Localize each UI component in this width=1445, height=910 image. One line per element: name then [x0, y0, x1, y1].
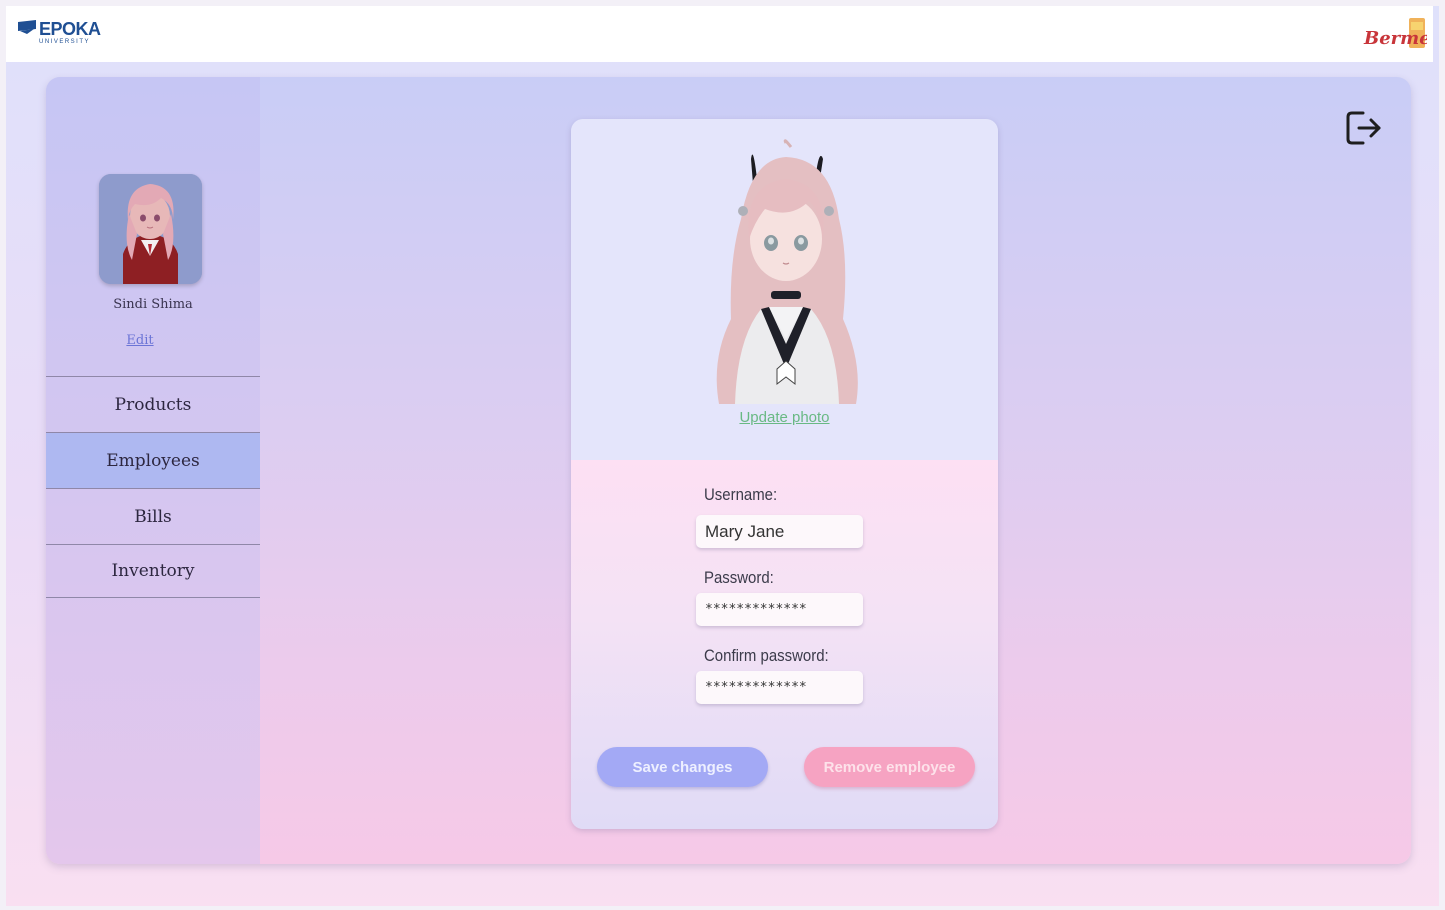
employee-photo — [716, 139, 858, 404]
sidebar-item-products[interactable]: Products — [46, 376, 260, 432]
confirm-password-label: Confirm password: — [704, 646, 829, 665]
svg-text:Bermet: Bermet — [1363, 28, 1427, 49]
sidebar: Sindi Shima Edit Products Employees Bill… — [46, 77, 260, 864]
user-avatar-image — [99, 174, 202, 284]
epoka-logo-text: EPOKA — [39, 19, 101, 39]
employee-card: Update photo Username: Password: Confirm… — [571, 119, 998, 829]
user-name: Sindi Shima — [113, 297, 193, 312]
user-avatar — [99, 174, 202, 284]
save-changes-button[interactable]: Save changes — [597, 747, 768, 787]
update-photo-link[interactable]: Update photo — [571, 409, 998, 426]
epoka-flag-icon — [18, 20, 36, 34]
top-bar: EPOKA UNIVERSITY Bermet — [6, 6, 1433, 62]
sidebar-item-inventory[interactable]: Inventory — [46, 544, 260, 598]
bermet-logo-icon: Bermet — [1363, 18, 1427, 49]
sidebar-nav: Products Employees Bills Inventory — [46, 376, 260, 598]
logout-icon[interactable] — [1343, 107, 1385, 149]
epoka-logo-subtitle: UNIVERSITY — [39, 39, 91, 45]
main-panel: Sindi Shima Edit Products Employees Bill… — [46, 77, 1411, 864]
epoka-logo: EPOKA UNIVERSITY — [18, 20, 101, 45]
edit-profile-link[interactable]: Edit — [126, 333, 154, 348]
username-input[interactable] — [696, 515, 863, 548]
sidebar-item-employees[interactable]: Employees — [46, 432, 260, 488]
sidebar-item-bills[interactable]: Bills — [46, 488, 260, 544]
password-input[interactable] — [696, 593, 863, 626]
username-label: Username: — [704, 485, 778, 504]
remove-employee-button[interactable]: Remove employee — [804, 747, 975, 787]
password-label: Password: — [704, 568, 774, 587]
confirm-password-input[interactable] — [696, 671, 863, 704]
